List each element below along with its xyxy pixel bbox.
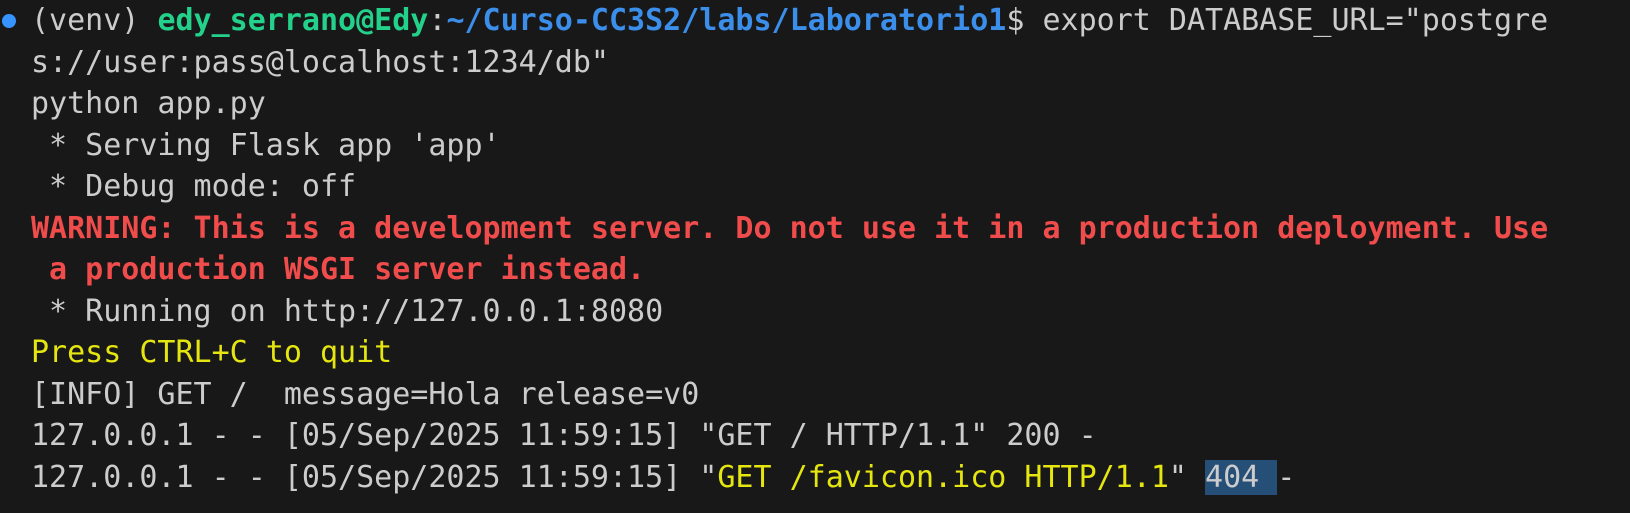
access-log-2-suffix: - xyxy=(1277,459,1296,495)
access-log-2-quote: " xyxy=(1168,459,1206,495)
access-log-2-request: GET /favicon.ico HTTP/1.1 xyxy=(717,459,1169,495)
output-debug-mode: * Debug mode: off xyxy=(31,169,357,204)
command-wrap-line: s://user:pass@localhost:1234/db" xyxy=(31,42,1630,84)
output-access-log-2: 127.0.0.1 - - [05/Sep/2025 11:59:15] "GE… xyxy=(31,457,1630,499)
prompt-line: (venv) edy_serrano@Edy:~/Curso-CC3S2/lab… xyxy=(31,0,1630,42)
output-access-log-1: 127.0.0.1 - - [05/Sep/2025 11:59:15] "GE… xyxy=(31,418,1097,453)
output-quit-hint: Press CTRL+C to quit xyxy=(31,335,393,370)
prompt-symbol: $ xyxy=(1006,3,1043,38)
terminal-output: (venv) edy_serrano@Edy:~/Curso-CC3S2/lab… xyxy=(31,0,1630,498)
working-directory: ~/Curso-CC3S2/labs/Laboratorio1 xyxy=(446,3,1007,38)
command-decoration-dot-icon[interactable] xyxy=(2,14,16,28)
output-info-log: [INFO] GET / message=Hola release=v0 xyxy=(31,376,700,412)
command-export: export DATABASE_URL="postgre xyxy=(1042,3,1549,38)
command-export-continued: s://user:pass@localhost:1234/db" xyxy=(31,44,609,80)
access-log-2-prefix: 127.0.0.1 - - [05/Sep/2025 11:59:15] " xyxy=(31,459,718,495)
terminal-panel[interactable]: (venv) edy_serrano@Edy:~/Curso-CC3S2/lab… xyxy=(0,0,1630,513)
prompt-colon: : xyxy=(428,3,447,38)
output-running-url[interactable]: * Running on http://127.0.0.1:8080 xyxy=(31,291,1630,333)
output-serving: * Serving Flask app 'app' xyxy=(31,127,501,163)
venv-indicator: (venv) xyxy=(31,3,158,38)
output-warning-line-1: WARNING: This is a development server. D… xyxy=(31,210,1549,246)
user-host: edy_serrano@Edy xyxy=(157,3,429,38)
command-python: python app.py xyxy=(31,86,266,121)
output-warning-line-2: a production WSGI server instead. xyxy=(31,252,646,287)
selected-status-code[interactable]: 404 xyxy=(1205,459,1278,495)
